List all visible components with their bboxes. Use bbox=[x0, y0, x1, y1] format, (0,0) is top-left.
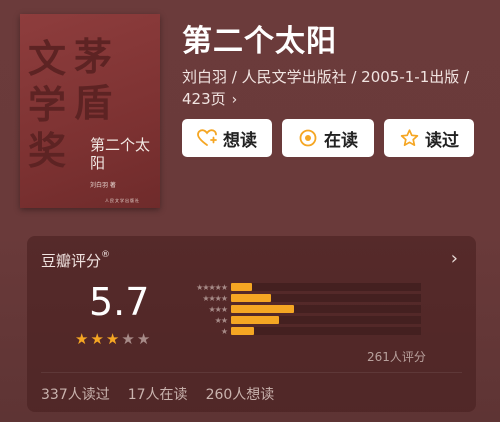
rating-card[interactable]: 豆瓣评分® › 5.7 ★ ★ ★ ★ ★ ★★★★★ ★★★★ ★★★ ★★ ★ 261人评分… bbox=[27, 236, 476, 412]
want-count[interactable]: 260人想读 bbox=[206, 384, 275, 404]
chevron-right-icon[interactable]: › bbox=[451, 248, 458, 269]
distribution-row: ★★ bbox=[175, 315, 435, 325]
distribution-row: ★★★★★ bbox=[175, 282, 435, 292]
star-filled-icon: ★ bbox=[105, 330, 120, 348]
want-to-read-label: 想读 bbox=[223, 130, 257, 151]
read-count[interactable]: 337人读过 bbox=[41, 384, 110, 404]
reading-label: 在读 bbox=[324, 130, 358, 151]
book-cover[interactable]: 文学奖 茅盾 第二个太阳 刘白羽 著 人民文学出版社 bbox=[20, 14, 160, 208]
cover-publisher: 人民文学出版社 bbox=[105, 198, 140, 203]
distribution-track bbox=[231, 294, 421, 302]
rating-label: 豆瓣评分® bbox=[41, 250, 110, 271]
rating-distribution: ★★★★★ ★★★★ ★★★ ★★ ★ bbox=[175, 282, 435, 337]
want-to-read-button[interactable]: 想读 bbox=[182, 119, 272, 157]
book-meta-link[interactable]: 刘白羽 / 人民文学出版社 / 2005-1-1出版 / 423页 › bbox=[182, 66, 482, 111]
distribution-row: ★★★ bbox=[175, 304, 435, 314]
heart-plus-icon bbox=[197, 128, 217, 148]
distribution-track bbox=[231, 305, 421, 313]
action-buttons: 想读 在读 读过 bbox=[182, 119, 474, 157]
have-read-label: 读过 bbox=[425, 130, 459, 151]
cover-watermark-1: 文学奖 bbox=[28, 36, 69, 173]
distribution-bar bbox=[231, 305, 294, 313]
cover-watermark-2: 茅盾 bbox=[74, 34, 115, 125]
distribution-bar bbox=[231, 294, 271, 302]
distribution-stars: ★★★★★ bbox=[196, 282, 228, 292]
reading-count[interactable]: 17人在读 bbox=[128, 384, 188, 404]
rating-label-text: 豆瓣评分 bbox=[41, 252, 102, 270]
rating-count: 261人评分 bbox=[367, 350, 426, 364]
distribution-stars: ★ bbox=[220, 326, 228, 336]
book-meta-text: 刘白羽 / 人民文学出版社 / 2005-1-1出版 / 423页 bbox=[182, 68, 470, 108]
reader-stats: 337人读过 17人在读 260人想读 bbox=[41, 384, 274, 404]
divider bbox=[41, 372, 462, 373]
distribution-bar bbox=[231, 327, 254, 335]
star-empty-icon: ★ bbox=[136, 330, 151, 348]
rating-score: 5.7 bbox=[89, 280, 150, 324]
distribution-track bbox=[231, 283, 421, 291]
distribution-stars: ★★★ bbox=[208, 304, 228, 314]
distribution-track bbox=[231, 327, 421, 335]
book-detail-page: 文学奖 茅盾 第二个太阳 刘白羽 著 人民文学出版社 第二个太阳 刘白羽 / 人… bbox=[0, 0, 500, 422]
star-filled-icon: ★ bbox=[75, 330, 89, 348]
distribution-bar bbox=[231, 316, 279, 324]
reading-button[interactable]: 在读 bbox=[282, 119, 374, 157]
chevron-right-icon: › bbox=[231, 92, 238, 108]
rating-stars: ★ ★ ★ ★ ★ bbox=[75, 332, 150, 347]
cover-author: 刘白羽 著 bbox=[90, 182, 116, 189]
distribution-bar bbox=[231, 283, 252, 291]
star-filled-icon: ★ bbox=[90, 330, 104, 348]
have-read-button[interactable]: 读过 bbox=[384, 119, 474, 157]
book-title: 第二个太阳 bbox=[182, 24, 337, 59]
distribution-track bbox=[231, 316, 421, 324]
distribution-stars: ★★★★ bbox=[202, 293, 228, 303]
star-outline-icon bbox=[399, 128, 419, 148]
star-empty-icon: ★ bbox=[121, 330, 135, 348]
target-icon bbox=[298, 128, 318, 148]
registered-mark: ® bbox=[101, 250, 111, 260]
distribution-row: ★★★★ bbox=[175, 293, 435, 303]
distribution-row: ★ bbox=[175, 326, 435, 336]
distribution-stars: ★★ bbox=[214, 315, 228, 325]
cover-title: 第二个太阳 bbox=[90, 136, 151, 172]
